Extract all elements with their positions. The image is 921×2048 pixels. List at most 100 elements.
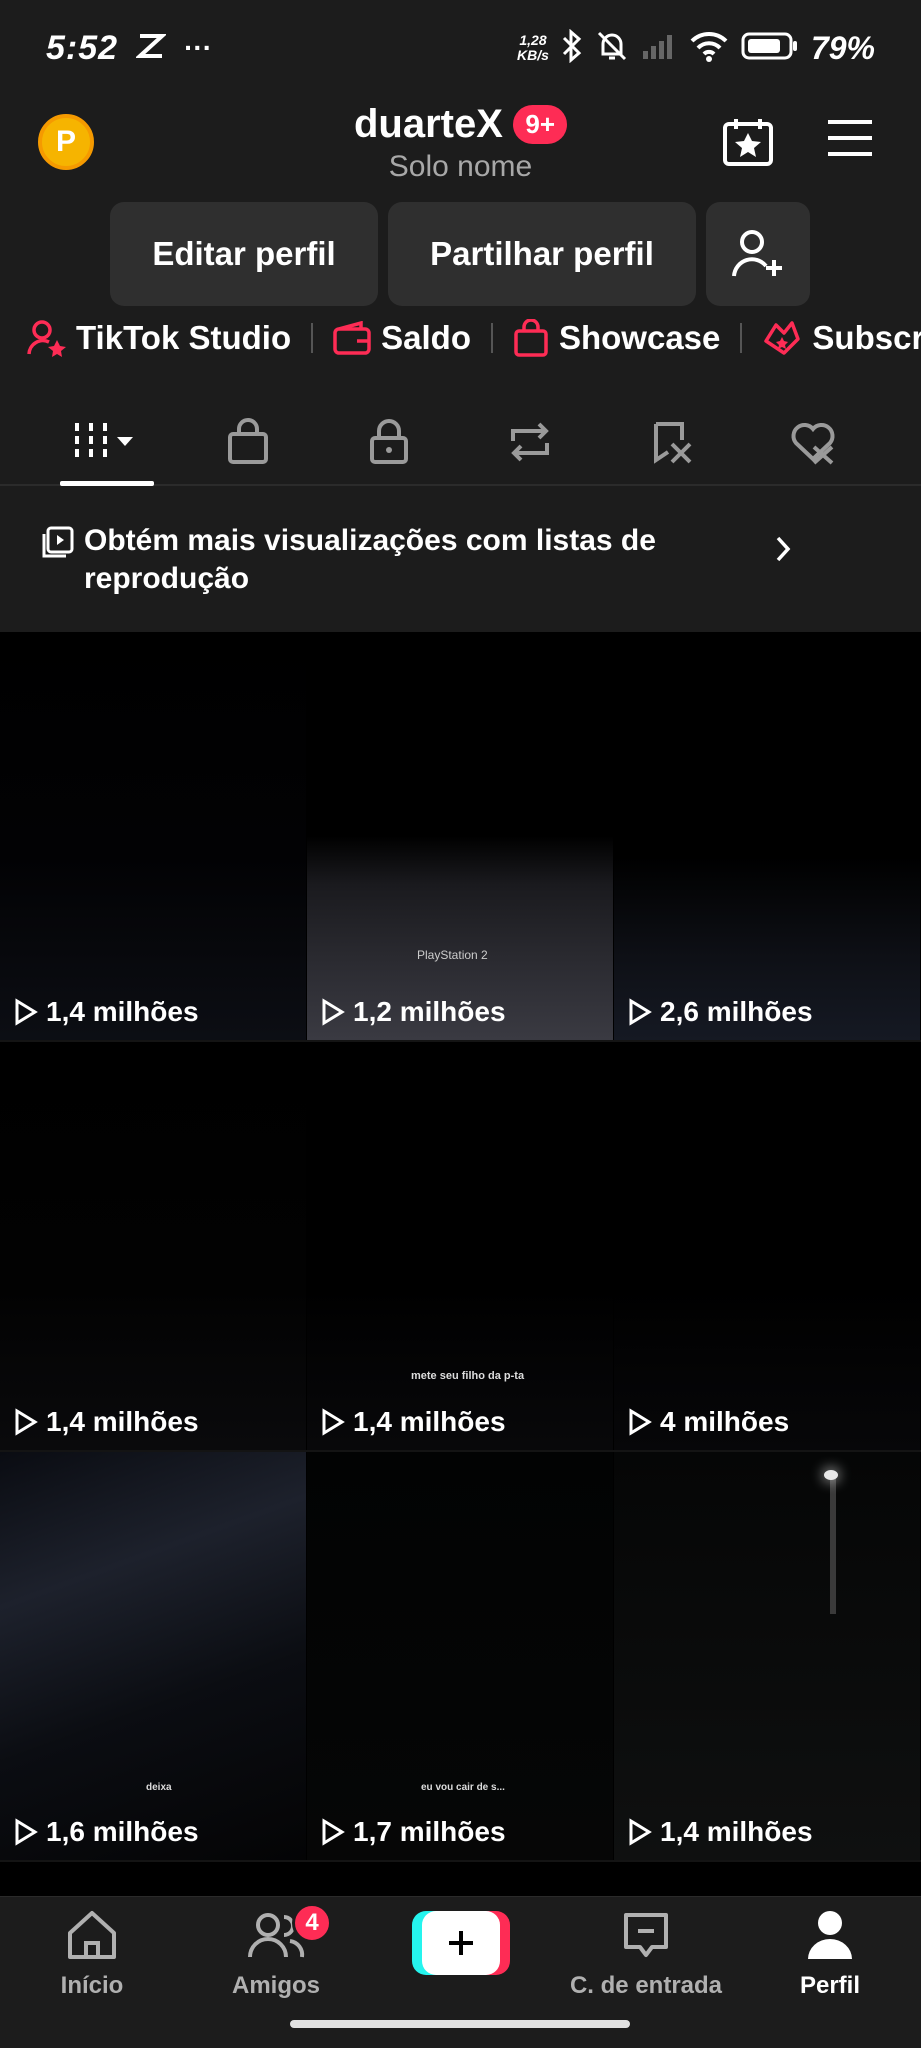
view-count: 1,7 milhões — [321, 1816, 506, 1848]
thumbnail-caption: eu vou cair de s... — [421, 1782, 505, 1793]
home-indicator[interactable] — [290, 2020, 630, 2028]
edit-profile-button[interactable]: Editar perfil — [110, 202, 378, 306]
video-thumbnail[interactable]: 1,4 milhões — [614, 1452, 920, 1860]
playlist-icon — [42, 526, 74, 558]
playlist-banner[interactable]: Obtém mais visualizações com listas de r… — [0, 488, 921, 632]
battery-percent: 79% — [810, 29, 875, 66]
shortcut-label: TikTok Studio — [76, 319, 292, 356]
clock: 5:52 — [46, 28, 119, 67]
shortcut-label: Subscriç — [812, 319, 921, 356]
muted-bell-icon — [595, 29, 629, 68]
nav-profile[interactable]: Perfil — [740, 1909, 920, 2000]
person-star-icon — [27, 320, 66, 357]
video-thumbnail[interactable]: 1,4 milhões — [0, 1042, 306, 1450]
video-thumbnail[interactable]: mete seu filho da p-ta 1,4 milhões — [307, 1042, 613, 1450]
play-icon — [322, 1818, 345, 1846]
view-count-text: 1,4 milhões — [660, 1816, 813, 1847]
nav-label: Início — [60, 1972, 124, 1999]
add-person-icon — [732, 230, 782, 277]
street-lamp — [830, 1474, 836, 1614]
liked-icon — [791, 423, 835, 465]
notification-x-icon — [134, 33, 168, 64]
menu-button[interactable] — [826, 118, 874, 163]
home-icon — [68, 1911, 116, 1959]
inbox-icon — [624, 1913, 668, 1957]
battery-icon — [741, 31, 799, 66]
divider — [490, 323, 493, 353]
view-count-text: 2,6 milhões — [660, 996, 813, 1027]
bottom-nav: Início 4 Amigos C. de entrada Perfil — [0, 1896, 921, 2008]
nav-label: C. de entrada — [569, 1972, 723, 1999]
play-icon — [15, 1408, 38, 1436]
shortcut-tiktok-studio[interactable]: TikTok Studio — [26, 318, 291, 358]
tab-reposts[interactable] — [490, 412, 570, 472]
play-icon — [322, 1408, 345, 1436]
view-count: 1,4 milhões — [321, 1406, 506, 1438]
divider — [311, 323, 314, 353]
wallet-icon — [333, 321, 371, 355]
create-button[interactable] — [412, 1911, 510, 1975]
thumbnail-caption: deixa — [146, 1782, 172, 1793]
tab-videos[interactable] — [68, 412, 148, 472]
videos-grid-icon — [75, 423, 133, 461]
username-notification-badge: 9+ — [513, 105, 568, 144]
video-thumbnail[interactable]: 4 milhões — [614, 1042, 920, 1450]
ps2-logo: PlayStation 2 — [417, 948, 488, 962]
creator-shortcuts: TikTok Studio Saldo Showcase Subscriç — [26, 318, 921, 358]
wifi-icon — [689, 30, 729, 67]
tab-private[interactable] — [349, 412, 429, 472]
video-thumbnail[interactable]: 2,6 milhões — [614, 632, 920, 1040]
banner-text: Obtém mais visualizações com listas de r… — [84, 524, 656, 595]
calendar-star-icon — [723, 119, 773, 166]
tab-liked[interactable] — [773, 412, 853, 472]
view-count: 1,2 milhões — [321, 996, 506, 1028]
video-thumbnail[interactable]: deixa 1,6 milhões — [0, 1452, 306, 1860]
signal-icon — [641, 31, 677, 66]
shortcut-saldo[interactable]: Saldo — [333, 319, 471, 357]
play-icon — [322, 998, 345, 1026]
more-dots-icon: ··· — [184, 32, 213, 63]
shortcut-label: Saldo — [381, 319, 471, 356]
view-count-text: 1,6 milhões — [46, 1816, 199, 1847]
shop-bag-icon — [228, 418, 268, 464]
video-grid: 1,4 milhões PlayStation 2 1,2 milhões 2,… — [0, 632, 921, 1896]
tab-saved[interactable] — [632, 412, 712, 472]
gesture-area — [0, 2008, 921, 2048]
net-speed: 1,28 KB/s — [517, 33, 549, 63]
view-count-text: 1,2 milhões — [353, 996, 506, 1027]
view-count: 1,4 milhões — [14, 996, 199, 1028]
username[interactable]: duarteX — [354, 102, 503, 147]
active-tab-indicator — [60, 481, 154, 486]
profile-header: P duarteX 9+ Solo nome — [0, 96, 921, 196]
view-count: 1,6 milhões — [14, 1816, 199, 1848]
profile-icon — [808, 1911, 852, 1959]
net-speed-value: 1,28 — [519, 32, 547, 48]
video-thumbnail[interactable]: 1,4 milhões — [0, 632, 306, 1040]
tab-shop[interactable] — [208, 412, 288, 472]
profile-subtitle: Solo nome — [388, 150, 533, 183]
lamp-light — [824, 1470, 838, 1480]
hamburger-menu-icon — [828, 120, 872, 156]
share-profile-button[interactable]: Partilhar perfil — [388, 202, 696, 306]
nav-label: Amigos — [231, 1972, 320, 1999]
view-count: 2,6 milhões — [628, 996, 813, 1028]
bag-icon — [514, 319, 548, 357]
video-thumbnail[interactable]: eu vou cair de s... 1,7 milhões — [307, 1452, 613, 1860]
calendar-star-button[interactable] — [720, 114, 776, 175]
row-divider — [0, 1860, 921, 1862]
video-thumbnail[interactable]: PlayStation 2 1,2 milhões — [307, 632, 613, 1040]
view-count-text: 4 milhões — [660, 1406, 790, 1437]
add-friend-button[interactable] — [706, 202, 810, 306]
play-icon — [629, 998, 652, 1026]
nav-home[interactable]: Início — [2, 1909, 182, 2000]
bluetooth-icon — [561, 28, 583, 68]
view-count: 1,4 milhões — [628, 1816, 813, 1848]
nav-friends[interactable]: 4 Amigos — [186, 1903, 366, 2000]
shortcut-subscription[interactable]: Subscriç — [762, 319, 921, 357]
friends-badge: 4 — [292, 1903, 332, 1943]
nav-inbox[interactable]: C. de entrada — [556, 1909, 736, 2000]
net-speed-unit: KB/s — [517, 47, 549, 63]
repost-icon — [511, 422, 549, 462]
play-icon — [15, 1818, 38, 1846]
shortcut-showcase[interactable]: Showcase — [513, 319, 720, 357]
